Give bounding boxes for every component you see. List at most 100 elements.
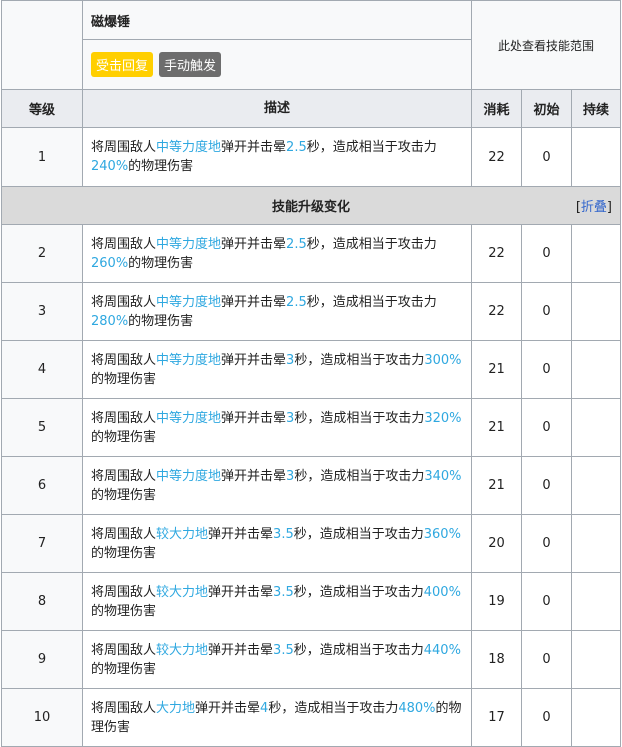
level-cell: 9 [2, 631, 82, 688]
cost-cell: 19 [471, 573, 521, 630]
skill-range-link[interactable]: 此处查看技能范围 [471, 1, 620, 89]
damage-percent-highlight: 240% [91, 159, 129, 174]
init-cell: 0 [521, 457, 571, 514]
skill-table: 磁爆锤 受击回复 手动触发 此处查看技能范围 等级 描述 消耗 初始 持续 1将… [1, 0, 621, 747]
skill-header: 磁爆锤 受击回复 手动触发 此处查看技能范围 [2, 1, 620, 89]
cost-cell: 20 [471, 515, 521, 572]
level-cell: 1 [2, 128, 82, 186]
damage-percent-highlight: 480% [398, 700, 436, 716]
damage-percent-highlight: 300% [424, 352, 462, 368]
damage-percent-highlight: 340% [424, 468, 462, 484]
damage-percent-highlight: 440% [423, 642, 461, 658]
table-header-row: 等级 描述 消耗 初始 持续 [2, 89, 620, 127]
cost-cell: 22 [471, 283, 521, 340]
duration-cell [571, 689, 620, 746]
level-cell: 2 [2, 225, 82, 282]
level-cell: 8 [2, 573, 82, 630]
cost-cell: 22 [471, 128, 521, 186]
level-cell: 7 [2, 515, 82, 572]
force-highlight: 较大力地 [156, 526, 209, 542]
duration-cell [571, 631, 620, 688]
level-cell: 10 [2, 689, 82, 746]
duration-cell [571, 515, 620, 572]
table-row: 1 将周围敌人中等力度地弹开并击晕2.5秒，造成相当于攻击力240%的物理伤害 22… [2, 127, 620, 186]
desc-text: 将周围敌人中等力度地弹开并击晕2.5秒，造成相当于攻击力280%的物理伤害 [91, 294, 437, 329]
damage-percent-highlight: 280% [91, 313, 129, 329]
table-row: 8 将周围敌人较大力地弹开并击晕3.5秒，造成相当于攻击力400%的物理伤害 19 0 [2, 572, 620, 630]
skill-icon-slot [2, 1, 82, 89]
skill-name: 磁爆锤 [83, 1, 471, 40]
stun-duration-highlight: 3.5 [273, 642, 294, 658]
table-row: 4 将周围敌人中等力度地弹开并击晕3秒，造成相当于攻击力300%的物理伤害 21 0 [2, 340, 620, 398]
force-highlight: 中等力度地 [156, 352, 222, 368]
table-row: 3 将周围敌人中等力度地弹开并击晕2.5秒，造成相当于攻击力280%的物理伤害 22… [2, 282, 620, 340]
duration-cell [571, 399, 620, 456]
stun-duration-highlight: 2.5 [286, 140, 307, 155]
desc-text: 将周围敌人大力地弹开并击晕4秒，造成相当于攻击力480%的物理伤害 [91, 700, 462, 735]
level-cell: 4 [2, 341, 82, 398]
force-highlight: 大力地 [156, 700, 196, 716]
init-cell: 0 [521, 283, 571, 340]
level-cell: 6 [2, 457, 82, 514]
init-cell: 0 [521, 341, 571, 398]
table-row: 10 将周围敌人大力地弹开并击晕4秒，造成相当于攻击力480%的物理伤害 17 0 [2, 688, 620, 746]
desc-text: 将周围敌人中等力度地弹开并击晕3秒，造成相当于攻击力320%的物理伤害 [91, 410, 462, 445]
cost-cell: 21 [471, 341, 521, 398]
desc-cell: 将周围敌人较大力地弹开并击晕3.5秒，造成相当于攻击力360%的物理伤害 [82, 515, 471, 572]
level-cell: 5 [2, 399, 82, 456]
damage-percent-highlight: 320% [424, 410, 462, 426]
header-cost: 消耗 [471, 90, 521, 127]
desc-text: 将周围敌人较大力地弹开并击晕3.5秒，造成相当于攻击力360%的物理伤害 [91, 526, 461, 561]
tag-recovery: 受击回复 [91, 52, 154, 77]
desc-cell: 将周围敌人较大力地弹开并击晕3.5秒，造成相当于攻击力440%的物理伤害 [82, 631, 471, 688]
upgrade-section-header: 技能升级变化 [折叠] [2, 186, 620, 224]
table-row: 2 将周围敌人中等力度地弹开并击晕2.5秒，造成相当于攻击力260%的物理伤害 22… [2, 224, 620, 282]
table-row: 7 将周围敌人较大力地弹开并击晕3.5秒，造成相当于攻击力360%的物理伤害 20 0 [2, 514, 620, 572]
duration-cell [571, 457, 620, 514]
duration-cell [571, 573, 620, 630]
force-highlight: 较大力地 [156, 584, 209, 600]
header-desc: 描述 [82, 90, 471, 127]
force-highlight: 中等力度地 [156, 140, 222, 155]
stun-duration-highlight: 2.5 [286, 294, 307, 310]
desc-cell: 将周围敌人中等力度地弹开并击晕3秒，造成相当于攻击力340%的物理伤害 [82, 457, 471, 514]
header-level: 等级 [2, 90, 82, 127]
skill-info: 磁爆锤 受击回复 手动触发 [82, 1, 471, 89]
cost-cell: 18 [471, 631, 521, 688]
collapse-link[interactable]: 折叠 [581, 200, 607, 215]
stun-duration-highlight: 3.5 [273, 584, 294, 600]
desc-cell: 将周围敌人较大力地弹开并击晕3.5秒，造成相当于攻击力400%的物理伤害 [82, 573, 471, 630]
level-cell: 3 [2, 283, 82, 340]
desc-cell: 将周围敌人中等力度地弹开并击晕2.5秒，造成相当于攻击力280%的物理伤害 [82, 283, 471, 340]
collapse-control: [折叠] [575, 200, 612, 215]
duration-cell [571, 128, 620, 186]
desc-cell: 将周围敌人大力地弹开并击晕4秒，造成相当于攻击力480%的物理伤害 [82, 689, 471, 746]
init-cell: 0 [521, 128, 571, 186]
desc-text: 将周围敌人较大力地弹开并击晕3.5秒，造成相当于攻击力400%的物理伤害 [91, 584, 461, 619]
duration-cell [571, 283, 620, 340]
desc-text: 将周围敌人较大力地弹开并击晕3.5秒，造成相当于攻击力440%的物理伤害 [91, 642, 461, 677]
tag-trigger: 手动触发 [159, 52, 222, 77]
cost-cell: 21 [471, 399, 521, 456]
header-duration: 持续 [571, 90, 620, 127]
damage-percent-highlight: 400% [423, 584, 461, 600]
desc-cell: 将周围敌人中等力度地弹开并击晕2.5秒，造成相当于攻击力240%的物理伤害 [82, 128, 471, 186]
init-cell: 0 [521, 631, 571, 688]
desc-text: 将周围敌人中等力度地弹开并击晕2.5秒，造成相当于攻击力240%的物理伤害 [91, 140, 437, 174]
force-highlight: 较大力地 [156, 642, 209, 658]
stun-duration-highlight: 3.5 [273, 526, 294, 542]
force-highlight: 中等力度地 [156, 236, 222, 252]
upgrade-title: 技能升级变化 [271, 200, 350, 215]
cost-cell: 22 [471, 225, 521, 282]
force-highlight: 中等力度地 [156, 410, 222, 426]
desc-text: 将周围敌人中等力度地弹开并击晕3秒，造成相当于攻击力300%的物理伤害 [91, 352, 462, 387]
force-highlight: 中等力度地 [156, 468, 222, 484]
stun-duration-highlight: 2.5 [286, 236, 307, 252]
skill-tags: 受击回复 手动触发 [83, 40, 471, 89]
header-init: 初始 [521, 90, 571, 127]
damage-percent-highlight: 260% [91, 255, 129, 271]
init-cell: 0 [521, 573, 571, 630]
desc-cell: 将周围敌人中等力度地弹开并击晕2.5秒，造成相当于攻击力260%的物理伤害 [82, 225, 471, 282]
force-highlight: 中等力度地 [156, 294, 222, 310]
desc-text: 将周围敌人中等力度地弹开并击晕3秒，造成相当于攻击力340%的物理伤害 [91, 468, 462, 503]
